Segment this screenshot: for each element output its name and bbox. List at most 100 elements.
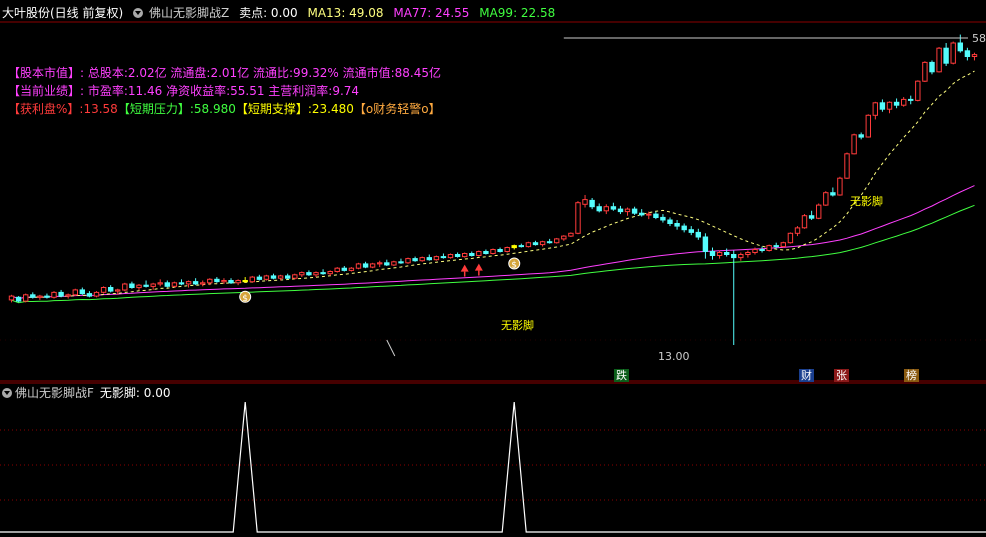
profit-ratio: 【获利盘%】:13.58 xyxy=(8,102,118,116)
tag-die[interactable]: 跌 xyxy=(614,369,629,382)
candle xyxy=(412,258,418,262)
signal-label-1: 无影脚 xyxy=(501,319,534,332)
candle xyxy=(15,296,22,302)
candle xyxy=(752,249,758,253)
candle xyxy=(943,47,949,64)
candle xyxy=(929,61,935,73)
tag-bang[interactable]: 榜 xyxy=(904,369,919,382)
kline-chart: $$ xyxy=(0,21,986,533)
candle xyxy=(667,219,673,224)
candle xyxy=(745,252,751,255)
candle xyxy=(872,102,878,116)
candle xyxy=(136,284,142,289)
ma77-value: MA77: 24.55 xyxy=(393,6,470,20)
candle xyxy=(8,295,15,301)
candle xyxy=(596,206,602,212)
candle xyxy=(369,263,376,268)
low-pointer xyxy=(386,339,396,357)
candle xyxy=(603,206,609,212)
candle xyxy=(462,253,468,258)
candle xyxy=(950,42,956,64)
candle xyxy=(511,245,517,249)
candle xyxy=(285,275,291,279)
candle xyxy=(922,61,928,82)
candle xyxy=(766,245,772,252)
indicator-dropdown-icon[interactable] xyxy=(133,8,144,18)
money-bag-glyph: $ xyxy=(511,261,517,271)
ma77-line xyxy=(11,185,975,300)
candle xyxy=(249,276,256,283)
candle xyxy=(263,275,270,280)
candle xyxy=(320,272,326,275)
candle xyxy=(957,42,963,52)
candle xyxy=(171,282,178,287)
candle xyxy=(228,280,234,284)
info-row3: 【获利盘%】:13.58【短期压力】:58.980【短期支撑】:23.480【o… xyxy=(8,102,441,116)
info-shares: 【股本市值】: 总股本:2.02亿 流通盘:2.01亿 流通比:99.32% 流… xyxy=(8,66,442,80)
candle xyxy=(724,252,730,255)
indicator-name[interactable]: 佛山无影脚战Z xyxy=(149,6,229,20)
candle xyxy=(631,208,638,214)
candle xyxy=(561,235,567,240)
candle xyxy=(610,206,617,210)
candle xyxy=(355,263,362,269)
money-bag-glyph: $ xyxy=(242,294,248,304)
candle xyxy=(837,177,843,196)
candle xyxy=(115,289,121,292)
candle xyxy=(398,261,404,264)
candle xyxy=(695,231,701,238)
candle xyxy=(129,283,135,288)
candle xyxy=(844,153,850,179)
candle xyxy=(440,256,447,259)
candle xyxy=(157,282,163,285)
candle xyxy=(546,241,553,244)
candle xyxy=(469,253,475,256)
candle xyxy=(313,272,319,276)
candle xyxy=(787,232,794,244)
tag-cai[interactable]: 财 xyxy=(799,369,814,382)
candle xyxy=(200,282,206,285)
candle xyxy=(299,272,305,276)
candle xyxy=(816,204,822,219)
candle xyxy=(348,267,355,271)
candle xyxy=(639,212,645,216)
candle xyxy=(447,254,454,259)
candle xyxy=(30,294,36,298)
candle xyxy=(808,215,815,219)
sub-indicator-name[interactable]: 佛山无影脚战F xyxy=(15,386,94,400)
candle xyxy=(674,223,680,227)
candle xyxy=(44,295,50,298)
candle xyxy=(554,238,560,244)
candle xyxy=(51,291,57,298)
candle xyxy=(865,114,871,138)
candle xyxy=(214,278,220,283)
candle xyxy=(964,50,971,57)
candle xyxy=(624,208,631,213)
tag-zhang[interactable]: 张 xyxy=(834,369,849,382)
candle xyxy=(419,257,425,262)
candle xyxy=(532,242,539,246)
candle xyxy=(164,282,171,287)
main-header: 大叶股份(日线 前复权) 佛山无影脚战Z 卖点: 0.00 MA13: 49.0… xyxy=(2,5,561,21)
short-resistance: 【短期压力】:58.980 xyxy=(117,102,236,116)
high-price-label: 58 xyxy=(972,32,986,45)
candle xyxy=(759,249,765,251)
candle xyxy=(936,47,942,73)
candle xyxy=(653,213,659,219)
candle xyxy=(681,225,687,231)
candle xyxy=(362,263,369,268)
candle xyxy=(292,274,298,279)
finance-warning: 【o财务轻警o】 xyxy=(353,102,441,116)
candle xyxy=(773,245,779,248)
candle xyxy=(327,271,333,275)
candle xyxy=(185,281,192,285)
candle xyxy=(490,249,496,254)
candle xyxy=(79,289,85,295)
candle xyxy=(108,287,114,292)
candle xyxy=(426,257,433,261)
candle xyxy=(58,291,64,297)
candle xyxy=(901,98,907,106)
candle xyxy=(575,202,581,234)
candle xyxy=(525,242,532,248)
sub-indicator-dropdown-icon[interactable] xyxy=(2,388,12,398)
